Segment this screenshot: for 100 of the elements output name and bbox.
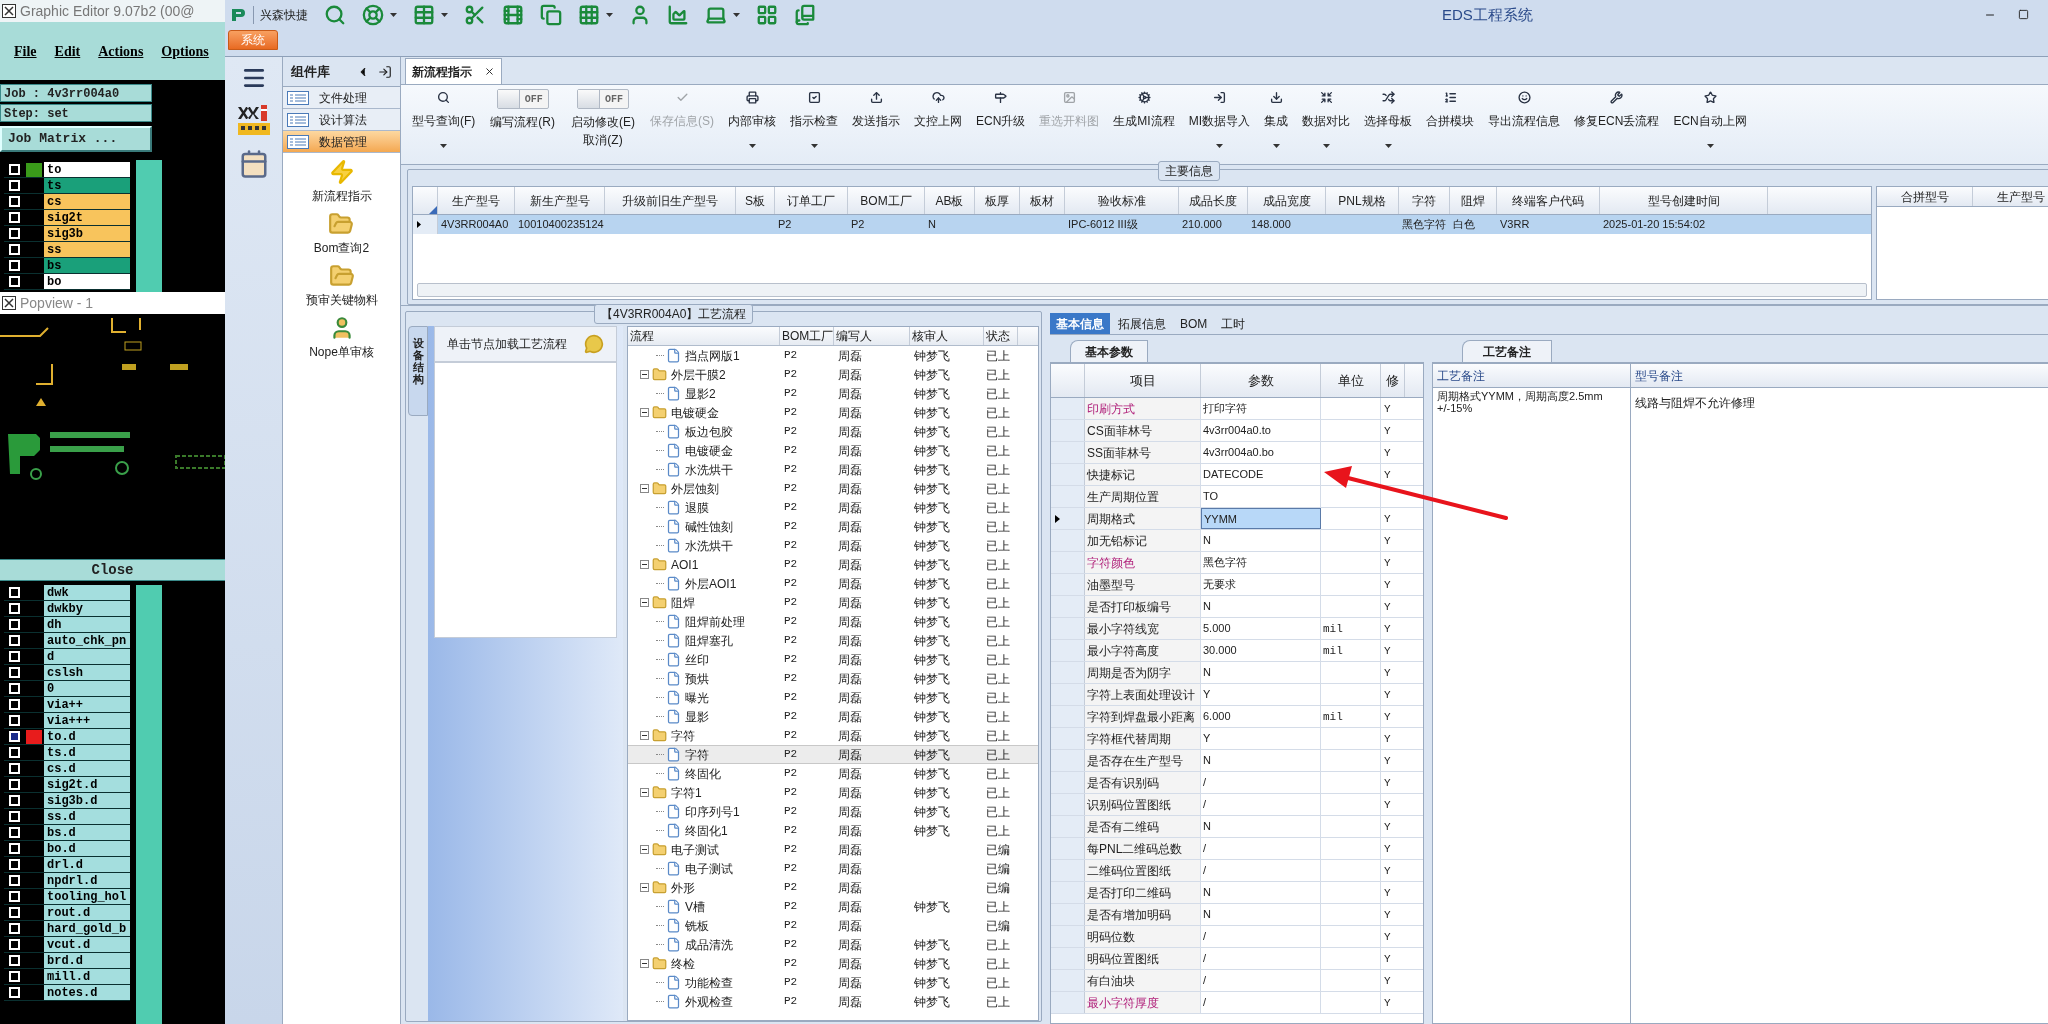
scrollbar[interactable]	[136, 160, 162, 292]
layer-checkbox[interactable]	[8, 923, 20, 934]
param-value[interactable]: /	[1201, 794, 1321, 815]
layer-name[interactable]: brd.d	[44, 953, 130, 968]
param-value[interactable]: 6.000	[1201, 706, 1321, 727]
collapse-icon[interactable]	[640, 883, 649, 892]
column-header[interactable]: BOM工厂	[848, 187, 925, 214]
tab[interactable]: 工艺备注	[1462, 340, 1552, 362]
tool-item[interactable]: Bom查询2	[313, 211, 370, 257]
layer-name[interactable]: via+++	[44, 713, 130, 728]
tree-row[interactable]: 外层AOI1 P2 周磊 钟梦飞 已上	[628, 574, 1038, 593]
tree-row[interactable]: 碱性蚀刻 P2 周磊 钟梦飞 已上	[628, 517, 1038, 536]
layer-checkbox[interactable]	[8, 587, 20, 598]
layer-checkbox[interactable]	[8, 651, 20, 662]
layer-name[interactable]: sig2t.d	[44, 777, 130, 792]
tree-row[interactable]: 铣板 P2 周磊 已编	[628, 916, 1038, 935]
tool-item[interactable]: 新流程指示	[311, 159, 372, 205]
scissors-icon[interactable]	[464, 4, 486, 26]
tab[interactable]: 拓展信息	[1112, 313, 1172, 334]
tree-row[interactable]: 字符 P2 周磊 钟梦飞 已上	[628, 726, 1038, 745]
param-value[interactable]: N	[1201, 750, 1321, 771]
column-header[interactable]: 阻焊	[1450, 187, 1497, 214]
layer-name[interactable]: auto_chk_pn	[44, 633, 130, 648]
toolbar-button[interactable]: 生成MI流程	[1106, 85, 1182, 130]
layer-name[interactable]: bs.d	[44, 825, 130, 840]
param-value[interactable]: /	[1201, 926, 1321, 947]
layer-checkbox[interactable]	[8, 228, 20, 239]
menu-item[interactable]: Edit	[54, 40, 81, 62]
column-header[interactable]: 成品宽度	[1248, 187, 1326, 214]
param-value[interactable]: N	[1201, 596, 1321, 617]
document-tab[interactable]: 新流程指示	[405, 58, 502, 84]
library-item[interactable]: 文件处理	[283, 87, 400, 109]
tree-row[interactable]: V槽 P2 周磊 钟梦飞 已上	[628, 897, 1038, 916]
collapse-icon[interactable]	[640, 370, 649, 379]
layer-checkbox[interactable]	[8, 955, 20, 966]
tab[interactable]: BOM	[1174, 313, 1214, 334]
layer-checkbox[interactable]	[8, 875, 20, 886]
search-icon[interactable]	[324, 4, 346, 26]
column-header[interactable]: 生产型号	[1973, 187, 2048, 206]
column-header[interactable]: 编写人	[834, 327, 910, 345]
toolbar-button[interactable]: 合拼模块	[1419, 85, 1482, 130]
layer-checkbox[interactable]	[8, 827, 20, 838]
column-header[interactable]: 项目	[1085, 364, 1201, 397]
toolbar-button[interactable]: 选择母板	[1357, 85, 1420, 148]
toolbar-button[interactable]: ECN自动上网	[1666, 85, 1754, 148]
collapse-icon[interactable]	[640, 598, 649, 607]
layer-checkbox[interactable]	[8, 731, 20, 742]
layer-checkbox[interactable]	[8, 779, 20, 790]
menu-item[interactable]: Options	[161, 40, 209, 62]
layer-checkbox[interactable]	[8, 811, 20, 822]
layer-name[interactable]: ts	[44, 178, 130, 193]
layer-checkbox[interactable]	[8, 619, 20, 630]
collapse-icon[interactable]	[640, 845, 649, 854]
area-chart-icon[interactable]	[667, 4, 689, 26]
layer-name[interactable]: hard_gold_b	[44, 921, 130, 936]
column-header[interactable]: AB板	[925, 187, 975, 214]
layer-name[interactable]: cs.d	[44, 761, 130, 776]
layer-checkbox[interactable]	[8, 635, 20, 646]
param-value[interactable]: /	[1201, 772, 1321, 793]
layer-checkbox[interactable]	[8, 164, 20, 175]
close-icon[interactable]	[484, 66, 495, 77]
param-value[interactable]: N	[1201, 530, 1321, 551]
layer-checkbox[interactable]	[8, 244, 20, 255]
param-value[interactable]: /	[1201, 992, 1321, 1013]
layer-name[interactable]: dwkby	[44, 601, 130, 616]
tree-row[interactable]: 外层蚀刻 P2 周磊 钟梦飞 已上	[628, 479, 1038, 498]
toolbar-button[interactable]: 内部审核	[721, 85, 783, 148]
copy-icon[interactable]	[540, 4, 562, 26]
column-header[interactable]: 流程	[628, 327, 780, 345]
toolbar-button[interactable]: ECN升级	[969, 85, 1033, 130]
param-value[interactable]: N	[1201, 882, 1321, 903]
layer-checkbox[interactable]	[8, 939, 20, 950]
layer-checkbox[interactable]	[8, 859, 20, 870]
tree-row[interactable]: 阻焊塞孔 P2 周磊 钟梦飞 已上	[628, 631, 1038, 650]
tree-row[interactable]: 外层干膜2 P2 周磊 钟梦飞 已上	[628, 365, 1038, 384]
tree-row[interactable]: 阻焊前处理 P2 周磊 钟梦飞 已上	[628, 612, 1038, 631]
layer-name[interactable]: rout.d	[44, 905, 130, 920]
layer-name[interactable]: ss.d	[44, 809, 130, 824]
layer-name[interactable]: bo	[44, 274, 130, 289]
layer-name[interactable]: ts.d	[44, 745, 130, 760]
param-value[interactable]: /	[1201, 838, 1321, 859]
scrollbar[interactable]	[136, 585, 162, 1024]
toolbar-button[interactable]: 指示检查	[783, 85, 845, 148]
collapse-icon[interactable]	[640, 788, 649, 797]
param-value[interactable]: 打印字符	[1201, 398, 1321, 419]
layer-checkbox[interactable]	[8, 603, 20, 614]
tree-row[interactable]: 水洗烘干 P2 周磊 钟梦飞 已上	[628, 460, 1038, 479]
laptop-icon[interactable]	[705, 4, 727, 26]
param-value[interactable]: 4v3rr004a0.bo	[1201, 442, 1321, 463]
column-header[interactable]: S板	[736, 187, 775, 214]
tree-row[interactable]: 外形 P2 周磊 已编	[628, 878, 1038, 897]
layer-name[interactable]: bs	[44, 258, 130, 273]
column-header[interactable]: 终端客户代码	[1497, 187, 1600, 214]
tab[interactable]: 工时	[1215, 313, 1252, 334]
book-icon[interactable]	[794, 4, 816, 26]
display-marker[interactable]	[26, 162, 42, 177]
factory-logo-icon[interactable]	[235, 103, 272, 137]
collapse-icon[interactable]	[640, 731, 649, 740]
column-header[interactable]: 状态	[984, 327, 1018, 345]
collapse-icon[interactable]	[640, 408, 649, 417]
